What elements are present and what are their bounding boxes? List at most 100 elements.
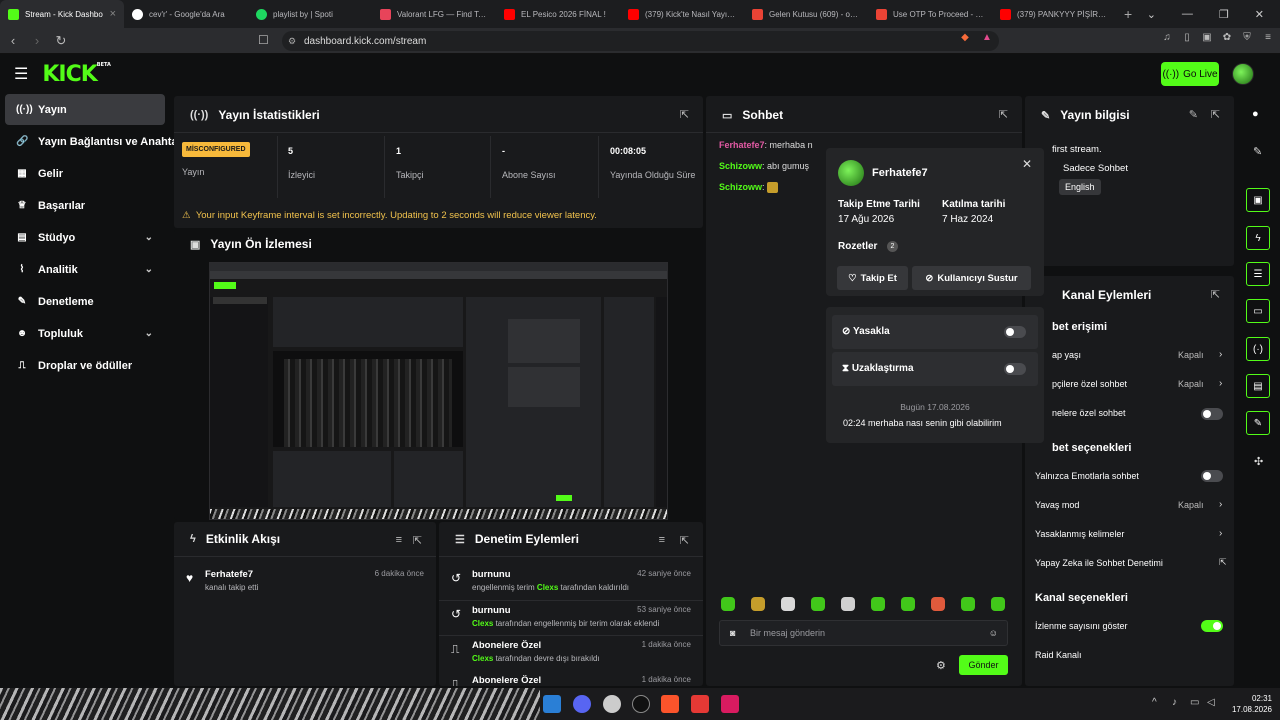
mic-icon[interactable]: ♪	[1172, 697, 1177, 708]
popout-icon[interactable]: ⇱	[1211, 288, 1220, 301]
info-icon[interactable]: ●	[1252, 108, 1259, 120]
sidebar-item-basarilar[interactable]: ♕ Başarılar	[5, 190, 165, 221]
taskbar-clock[interactable]: 02:31 17.08.2026	[1232, 693, 1272, 715]
emote-icon[interactable]	[991, 597, 1005, 611]
forward-icon[interactable]: ›	[26, 33, 48, 48]
discord-icon[interactable]	[573, 695, 591, 713]
popout-icon[interactable]: ⇱	[680, 108, 689, 121]
back-icon[interactable]: ‹	[2, 33, 24, 48]
sidebar-item-studyo[interactable]: ▤ Stüdyo ⌄	[5, 222, 165, 253]
browser-tab[interactable]: (379) PANKYYY PİŞİRDİ P	[992, 0, 1116, 28]
setting-row-ai-moderation[interactable]: Yapay Zeka ile Sohbet Denetimi ⇱	[1035, 557, 1227, 568]
browser-tab[interactable]: Stream - Kick Dashbo ×	[0, 0, 124, 28]
browser-tab[interactable]: (379) Kick'te Nasıl Yayın A	[620, 0, 744, 28]
setting-row-followers-only[interactable]: pçilere özel sohbet Kapalı ›	[1052, 378, 1222, 389]
follow-button[interactable]: ♡ Takip Et	[837, 266, 908, 290]
popout-icon[interactable]: ⇱	[413, 534, 422, 547]
site-info-icon[interactable]: ⚙	[288, 36, 296, 47]
rail-activity-icon[interactable]: ϟ	[1246, 226, 1270, 250]
rail-stats-icon[interactable]: ▣	[1246, 188, 1270, 212]
brave-rewards-icon[interactable]: ▲	[980, 32, 994, 46]
chat-input[interactable]: ◙ Bir mesaj gönderin ☺	[719, 620, 1008, 646]
emote-icon[interactable]	[721, 597, 735, 611]
sidebar-toggle-icon[interactable]: ▯	[1180, 32, 1194, 46]
emote-icon[interactable]	[931, 597, 945, 611]
browser-tab[interactable]: Valorant LFG — Find Team	[372, 0, 496, 28]
emote-icon[interactable]	[901, 597, 915, 611]
browser-tab[interactable]: playlist by | Spoti	[248, 0, 372, 28]
emote-icon[interactable]	[751, 597, 765, 611]
filter-icon[interactable]: ≡	[659, 534, 665, 546]
setting-row-slow-mode[interactable]: Yavaş mod Kapalı ›	[1035, 499, 1222, 510]
mute-user-button[interactable]: ⊘ Kullanıcıyı Sustur	[912, 266, 1031, 290]
emote-icon[interactable]	[811, 597, 825, 611]
user-card-username[interactable]: Ferhatefe7	[872, 167, 928, 179]
settings-icon[interactable]	[603, 695, 621, 713]
brave-icon[interactable]	[661, 695, 679, 713]
timeout-toggle[interactable]	[1004, 363, 1026, 375]
hamburger-menu-icon[interactable]: ☰	[14, 64, 28, 84]
sidebar-item-droplar[interactable]: ⎍ Droplar ve ödüller	[5, 350, 165, 381]
popout-icon[interactable]: ⇱	[999, 108, 1008, 121]
maximize-icon[interactable]: ❐	[1219, 8, 1229, 21]
wallet-icon[interactable]: ▣	[1200, 32, 1214, 46]
close-icon[interactable]: ✕	[1022, 157, 1032, 171]
reload-icon[interactable]: ↻	[50, 33, 72, 49]
recorder-icon[interactable]	[691, 695, 709, 713]
tray-arrow-icon[interactable]: ^	[1152, 697, 1157, 708]
browser-tab[interactable]: Gelen Kutusu (609) - omer	[744, 0, 868, 28]
rail-chat-icon[interactable]: ▭	[1246, 299, 1270, 323]
close-window-icon[interactable]: ✕	[1255, 8, 1264, 21]
puzzle-icon[interactable]: ✣	[1254, 455, 1263, 468]
show-viewers-toggle[interactable]	[1201, 620, 1223, 632]
gear-icon[interactable]: ⚙	[936, 659, 946, 672]
sidebar-item-yayin[interactable]: ((·)) Yayın	[5, 94, 165, 125]
url-field[interactable]: ⚙ dashboard.kick.com/stream	[282, 31, 999, 51]
subs-only-toggle[interactable]	[1201, 408, 1223, 420]
edit-icon[interactable]: ✎	[1253, 145, 1262, 158]
send-button[interactable]: Gönder	[959, 655, 1008, 675]
emote-icon[interactable]	[781, 597, 795, 611]
kick-logo[interactable]: KICKBETA	[42, 62, 111, 87]
sidebar-item-analitik[interactable]: ⌇ Analitik ⌄	[5, 254, 165, 285]
bookmark-icon[interactable]: ☐	[258, 33, 269, 47]
rail-broadcast-icon[interactable]: (·)	[1246, 337, 1270, 361]
filter-icon[interactable]: ≡	[396, 534, 402, 546]
go-live-button[interactable]: ((·)) Go Live	[1161, 62, 1219, 86]
setting-row-age[interactable]: ap yaşı Kapalı ›	[1052, 349, 1222, 360]
windows-start-icon[interactable]	[543, 695, 561, 713]
vpn-icon[interactable]: ⛨	[1240, 32, 1254, 46]
setting-row-raid[interactable]: Raid Kanalı	[1035, 650, 1082, 660]
popout-icon[interactable]: ⇱	[1211, 108, 1220, 121]
emote-only-toggle[interactable]	[1201, 470, 1223, 482]
browser-tab[interactable]: EL Pesico 2026 FİNAL !	[496, 0, 620, 28]
extensions-icon[interactable]: ✿	[1220, 32, 1234, 46]
emoji-icon[interactable]: ☺	[989, 628, 998, 638]
network-icon[interactable]: ▭	[1190, 697, 1199, 708]
media-icon[interactable]: ♫	[1160, 32, 1174, 46]
browser-tab[interactable]: cev'r' - Google'da Ara	[124, 0, 248, 28]
tab-search-icon[interactable]: ⌄	[1147, 8, 1156, 21]
setting-row-banned-words[interactable]: Yasaklanmış kelimeler ›	[1035, 528, 1222, 539]
emote-icon[interactable]	[871, 597, 885, 611]
close-tab-icon[interactable]: ×	[110, 8, 116, 20]
popout-icon[interactable]: ⇱	[680, 534, 689, 547]
edit-icon[interactable]: ✎	[1189, 108, 1198, 121]
browser-tab[interactable]: Use OTP To Proceed - efe	[868, 0, 992, 28]
rail-wrench-icon[interactable]: ✎	[1246, 411, 1270, 435]
minimize-icon[interactable]: —	[1182, 8, 1193, 20]
rail-preview-icon[interactable]: ▤	[1246, 374, 1270, 398]
sidebar-item-gelir[interactable]: ▦ Gelir	[5, 158, 165, 189]
volume-icon[interactable]: ◁	[1207, 697, 1215, 708]
rail-moderation-icon[interactable]: ☰	[1246, 262, 1270, 286]
sidebar-item-stream-key[interactable]: 🔗 Yayın Bağlantısı ve Anahtarı	[5, 126, 175, 157]
brave-shield-icon[interactable]: ◆	[958, 32, 972, 46]
menu-icon[interactable]: ≡	[1261, 32, 1275, 46]
stream-preview-video[interactable]	[209, 262, 668, 520]
steam-icon[interactable]	[632, 695, 650, 713]
app-icon[interactable]	[721, 695, 739, 713]
sidebar-item-denetleme[interactable]: ✎ Denetleme	[5, 286, 165, 317]
emote-icon[interactable]	[961, 597, 975, 611]
sidebar-item-topluluk[interactable]: ☻ Topluluk ⌄	[5, 318, 165, 349]
new-tab-icon[interactable]: +	[1124, 6, 1132, 22]
